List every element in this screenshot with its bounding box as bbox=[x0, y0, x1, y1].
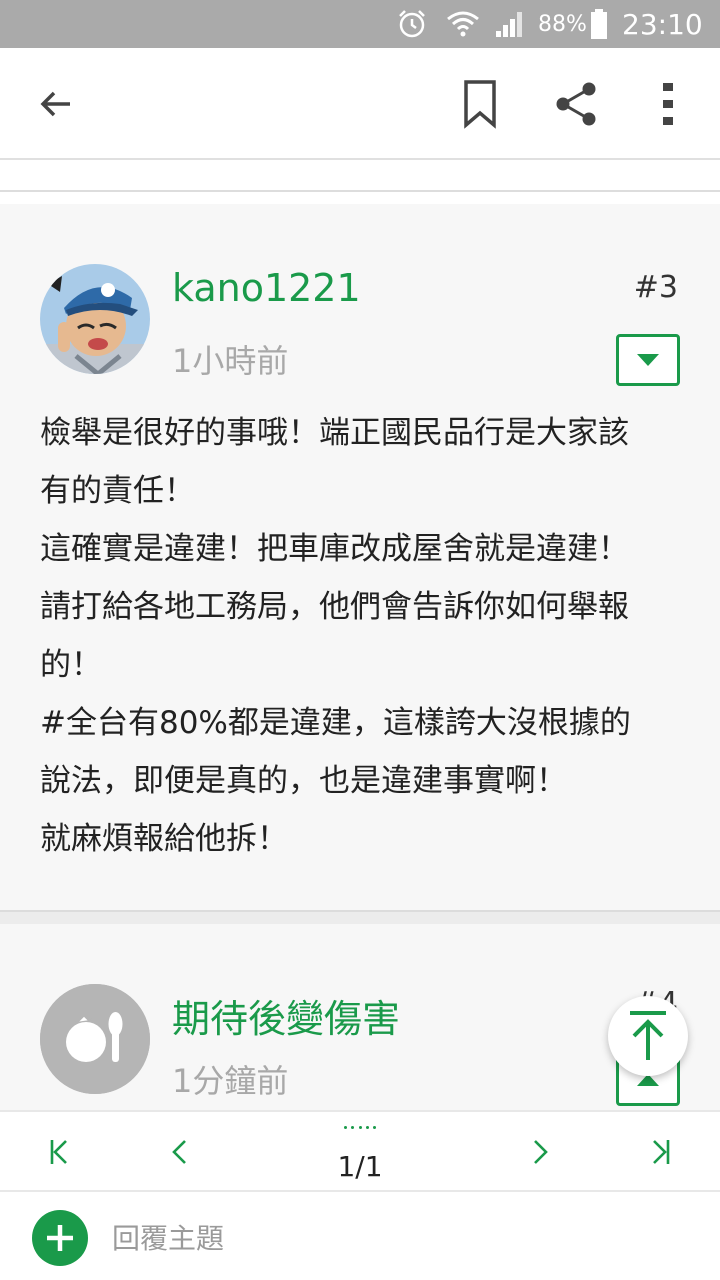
next-page-button[interactable] bbox=[516, 1128, 564, 1176]
battery-percent: 88% bbox=[538, 11, 587, 37]
post-menu-button[interactable] bbox=[616, 334, 680, 386]
default-avatar-icon bbox=[40, 984, 150, 1094]
chevron-right-icon bbox=[534, 1140, 548, 1164]
prev-page-button[interactable] bbox=[156, 1128, 204, 1176]
clock: 23:10 bbox=[622, 7, 703, 41]
avatar[interactable] bbox=[40, 264, 150, 374]
post-time: 1分鐘前 bbox=[172, 1062, 289, 1100]
post-author[interactable]: 期待後變傷害 bbox=[172, 988, 400, 1043]
pagination-bar: 1/1 bbox=[0, 1110, 720, 1192]
spacer bbox=[0, 912, 720, 924]
arrow-up-to-top-icon bbox=[630, 1011, 666, 1060]
alarm-icon bbox=[396, 0, 430, 48]
add-attachment-button[interactable] bbox=[32, 1210, 88, 1266]
more-vert-icon[interactable] bbox=[640, 76, 696, 132]
post-floor-number: #3 bbox=[633, 270, 678, 305]
last-page-button[interactable] bbox=[636, 1128, 684, 1176]
scroll-to-top-button[interactable] bbox=[608, 996, 688, 1076]
status-bar: 88% 23:10 bbox=[0, 0, 720, 48]
last-page-icon bbox=[653, 1140, 670, 1164]
chevron-left-icon bbox=[172, 1140, 186, 1164]
chevron-down-icon bbox=[637, 354, 659, 366]
battery-icon bbox=[590, 0, 610, 48]
post-content: 檢舉是很好的事哦！端正國民品行是大家該 有的責任！ 這確實是違建！把車庫改成屋舍… bbox=[40, 415, 631, 857]
bookmark-icon[interactable] bbox=[452, 76, 508, 132]
plus-icon bbox=[47, 1225, 73, 1251]
post-author[interactable]: kano1221 bbox=[172, 266, 361, 310]
first-page-button[interactable] bbox=[36, 1128, 84, 1176]
avatar[interactable] bbox=[40, 984, 150, 1094]
spacer bbox=[0, 162, 720, 192]
app-toolbar bbox=[0, 48, 720, 160]
post-card: kano1221 1小時前 #3 檢舉是很好的事哦！端正國民品行是大家該 有的責… bbox=[0, 204, 720, 910]
share-icon[interactable] bbox=[548, 76, 604, 132]
back-arrow-icon[interactable] bbox=[28, 76, 84, 132]
signal-icon bbox=[494, 0, 528, 48]
wifi-icon bbox=[446, 0, 480, 48]
post-time: 1小時前 bbox=[172, 342, 289, 380]
first-page-icon bbox=[50, 1140, 67, 1164]
reply-bar bbox=[0, 1192, 720, 1280]
reply-input[interactable] bbox=[112, 1214, 672, 1262]
page-selector-dots[interactable] bbox=[344, 1126, 376, 1132]
page-indicator[interactable]: 1/1 bbox=[300, 1150, 420, 1183]
